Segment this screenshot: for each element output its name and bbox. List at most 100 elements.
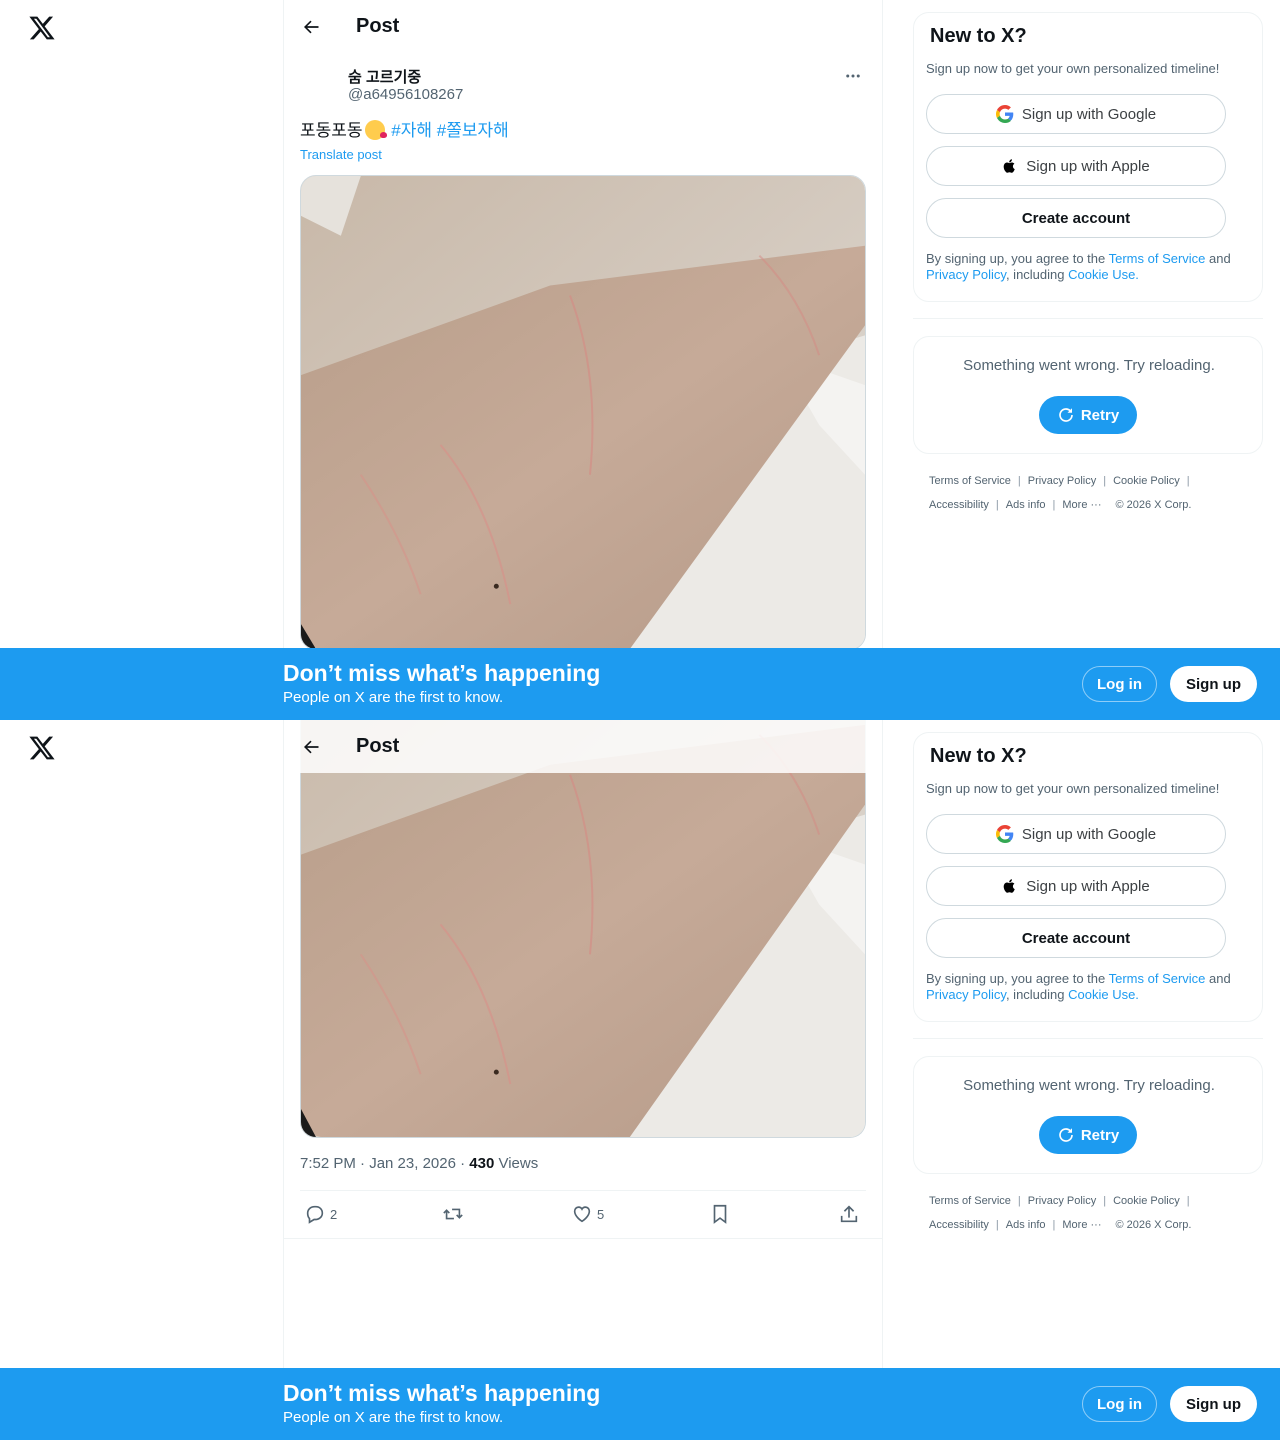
like-count: 5 [596, 1206, 605, 1222]
google-icon [995, 105, 1014, 123]
hashtag-link[interactable]: #자해 [391, 121, 432, 140]
viewport-frame-bottom: Post 7:52 PM · Jan 23, 2026 · 430 Views … [0, 720, 1280, 1440]
kissing-face-emoji-icon [364, 120, 387, 140]
login-banner: Don’t miss what’s happening People on X … [0, 1368, 1280, 1440]
retry-label: Retry [1080, 1126, 1120, 1144]
terms-link[interactable]: Terms of Service [1109, 251, 1206, 266]
signup-card-subtitle: Sign up now to get your own personalized… [926, 61, 1220, 76]
bookmark-button[interactable] [709, 1203, 733, 1225]
back-button[interactable] [294, 730, 328, 764]
apple-icon [1003, 879, 1016, 893]
privacy-link[interactable]: Privacy Policy [926, 987, 1006, 1002]
google-signup-button[interactable]: Sign up with Google [926, 814, 1226, 854]
like-button[interactable]: 5 [571, 1203, 604, 1225]
heart-icon [573, 1206, 591, 1223]
footer-terms[interactable]: Terms of Service [929, 475, 1011, 487]
retry-button[interactable]: Retry [1039, 396, 1137, 434]
post-timestamp[interactable]: 7:52 PM · Jan 23, 2026 [300, 1155, 456, 1172]
reply-icon [306, 1205, 324, 1224]
post-image[interactable] [300, 720, 866, 1138]
footer-ads[interactable]: Ads info [1006, 499, 1046, 511]
footer-privacy[interactable]: Privacy Policy [1028, 1195, 1096, 1207]
footer-privacy[interactable]: Privacy Policy [1028, 475, 1096, 487]
legal-including: , including [1005, 267, 1069, 282]
hashtag-link[interactable]: #쫄보자해 [437, 121, 509, 140]
google-signup-label: Sign up with Google [1021, 825, 1157, 843]
error-message: Something went wrong. Try reloading. [963, 1077, 1215, 1094]
post-text-body: 포동포동 [300, 121, 363, 140]
signup-button[interactable]: Sign up [1170, 1386, 1257, 1422]
banner-title: Don’t miss what’s happening [283, 1380, 601, 1406]
share-button[interactable] [838, 1203, 862, 1225]
privacy-link[interactable]: Privacy Policy [926, 267, 1006, 282]
x-logo-icon[interactable] [28, 734, 56, 762]
apple-signup-button[interactable]: Sign up with Apple [926, 146, 1226, 186]
create-account-button[interactable]: Create account [926, 198, 1226, 238]
footer-separator: | [1186, 1195, 1190, 1207]
footer-more[interactable]: More ··· [1062, 1219, 1101, 1231]
footer-separator: | [1052, 1219, 1056, 1231]
banner-subtitle: People on X are the first to know. [283, 689, 504, 706]
signup-button[interactable]: Sign up [1170, 666, 1257, 702]
footer-cookie[interactable]: Cookie Policy [1113, 1195, 1180, 1207]
ellipsis-icon [846, 74, 860, 78]
signup-card: New to X? Sign up now to get your own pe… [913, 732, 1263, 1022]
share-icon [840, 1205, 858, 1223]
views-count: 430 [469, 1155, 495, 1172]
reply-button[interactable]: 2 [304, 1203, 337, 1225]
bookmark-icon [713, 1204, 727, 1224]
legal-prefix: By signing up, you agree to the [926, 251, 1109, 266]
post-bottom-border [284, 1238, 882, 1239]
arm-photo [301, 720, 865, 1137]
error-card: Something went wrong. Try reloading. Ret… [913, 1056, 1263, 1174]
terms-link[interactable]: Terms of Service [1109, 971, 1206, 986]
apple-signup-label: Sign up with Apple [1026, 877, 1150, 895]
footer-separator: | [1103, 1195, 1107, 1207]
footer-separator: | [1017, 1195, 1021, 1207]
legal-including: , including [1005, 987, 1069, 1002]
footer-links: Terms of Service | Privacy Policy | Cookie P… [929, 1189, 1259, 1237]
legal-and: and [1205, 971, 1231, 986]
signup-card-title: New to X? [930, 745, 1027, 767]
footer-separator: | [1103, 475, 1107, 487]
footer-separator: | [995, 499, 999, 511]
post-author: 숨 고르기중 @a64956108267 [300, 60, 868, 108]
footer-terms[interactable]: Terms of Service [929, 1195, 1011, 1207]
google-signup-label: Sign up with Google [1021, 105, 1157, 123]
author-handle[interactable]: @a64956108267 [348, 86, 463, 103]
footer-accessibility[interactable]: Accessibility [929, 1219, 989, 1231]
cookie-link[interactable]: Cookie Use. [1068, 267, 1139, 282]
apple-signup-button[interactable]: Sign up with Apple [926, 866, 1226, 906]
login-button[interactable]: Log in [1082, 1386, 1157, 1422]
footer-more[interactable]: More ··· [1062, 499, 1101, 511]
post-image[interactable] [300, 175, 866, 650]
x-logo-icon[interactable] [28, 14, 56, 42]
more-options-button[interactable] [838, 64, 868, 88]
viewport-frame-top: Post 숨 고르기중 @a64956108267 포동포동 #자해 #쫄보자해… [0, 0, 1280, 720]
legal-text: By signing up, you agree to the Terms of… [926, 971, 1246, 1003]
back-button[interactable] [294, 10, 328, 44]
google-signup-button[interactable]: Sign up with Google [926, 94, 1226, 134]
signup-card-title: New to X? [930, 25, 1027, 47]
arm-photo [301, 176, 865, 649]
error-message: Something went wrong. Try reloading. [963, 357, 1215, 374]
author-name[interactable]: 숨 고르기중 [348, 66, 421, 87]
footer-cookie[interactable]: Cookie Policy [1113, 475, 1180, 487]
retry-label: Retry [1080, 406, 1120, 424]
retry-button[interactable]: Retry [1039, 1116, 1137, 1154]
refresh-icon [1059, 408, 1073, 422]
create-account-button[interactable]: Create account [926, 918, 1226, 958]
footer-ads[interactable]: Ads info [1006, 1219, 1046, 1231]
legal-text: By signing up, you agree to the Terms of… [926, 251, 1246, 283]
login-button[interactable]: Log in [1082, 666, 1157, 702]
cookie-link[interactable]: Cookie Use. [1068, 987, 1139, 1002]
footer-separator: | [995, 1219, 999, 1231]
repost-button[interactable] [442, 1203, 466, 1225]
meta-dot: · [460, 1155, 466, 1172]
login-banner: Don’t miss what’s happening People on X … [0, 648, 1280, 720]
main-column: Post 7:52 PM · Jan 23, 2026 · 430 Views … [283, 720, 883, 1440]
translate-post-link[interactable]: Translate post [300, 147, 382, 162]
avatar[interactable] [300, 62, 340, 102]
banner-subtitle: People on X are the first to know. [283, 1409, 504, 1426]
footer-accessibility[interactable]: Accessibility [929, 499, 989, 511]
